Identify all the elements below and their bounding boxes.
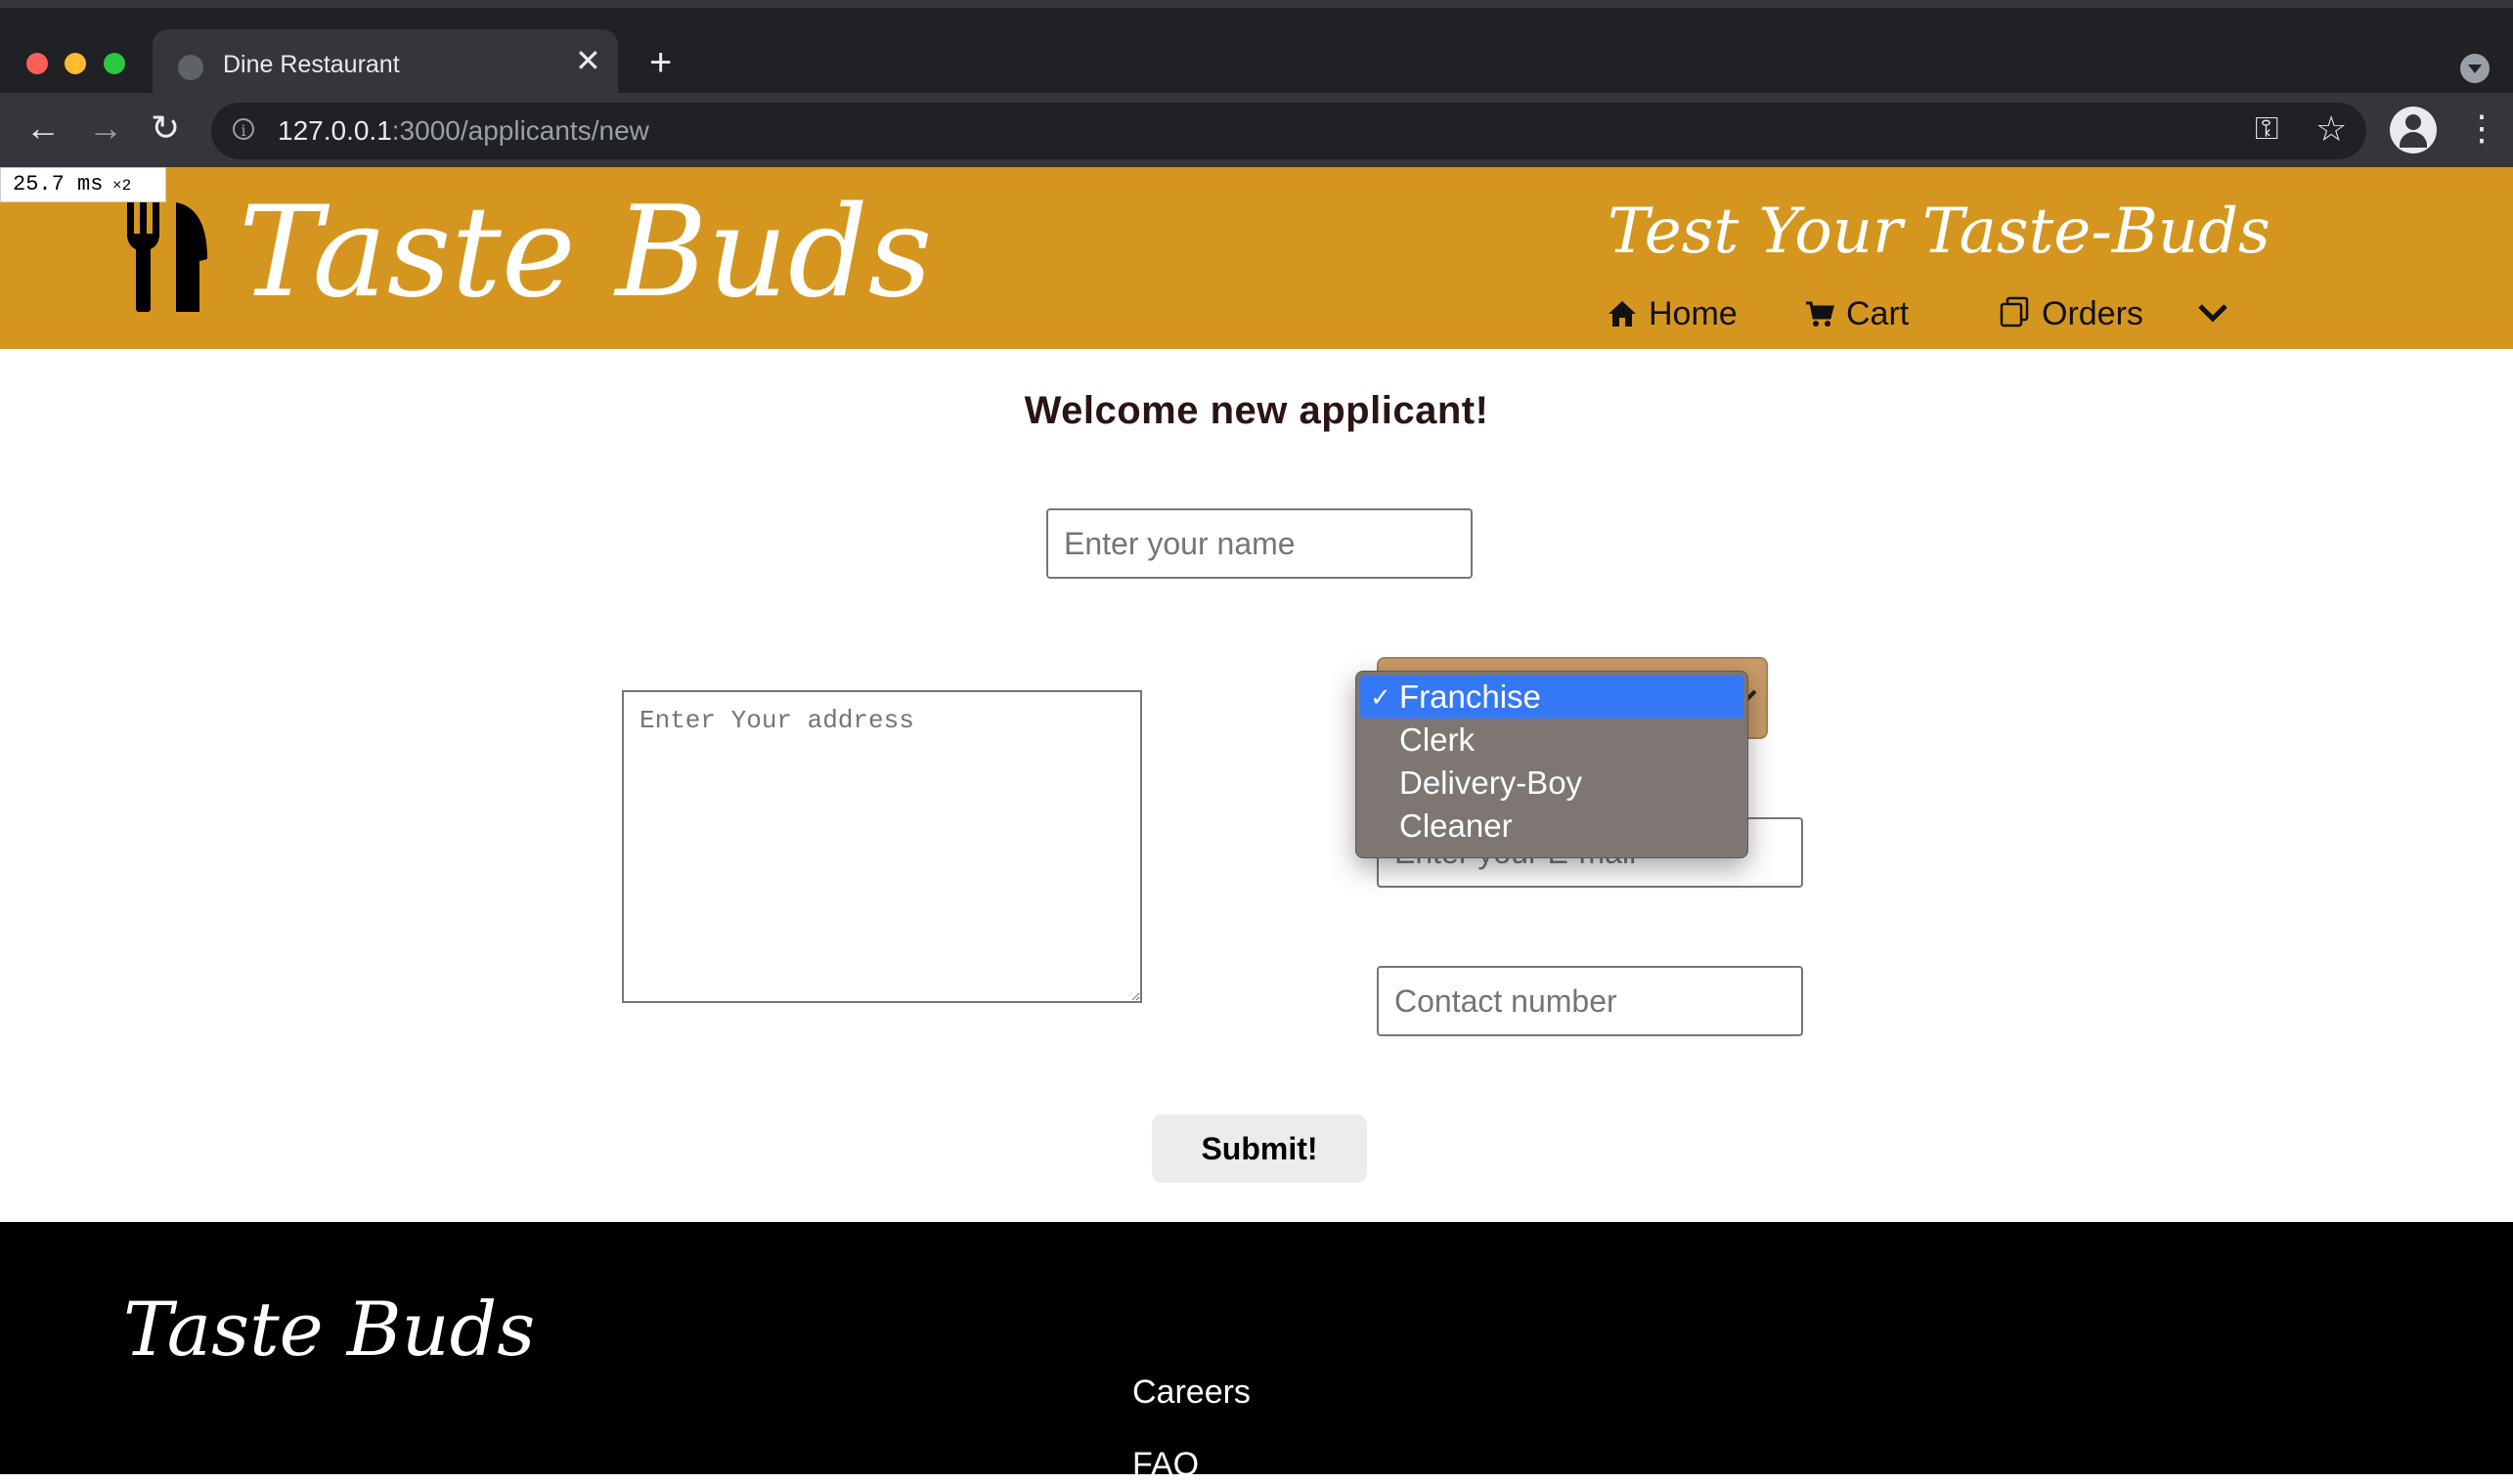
role-option-label: Clerk xyxy=(1399,721,1476,758)
submit-button[interactable]: Submit! xyxy=(1152,1114,1367,1183)
role-option-delivery-boy[interactable]: Delivery-Boy xyxy=(1360,762,1743,805)
window-maximize-button[interactable] xyxy=(104,53,125,74)
nav-cart-link[interactable]: Cart xyxy=(1805,294,1909,333)
window-close-button[interactable] xyxy=(26,53,48,74)
key-icon[interactable]: ⚿ xyxy=(2255,110,2278,148)
url-path: :3000/applicants/new xyxy=(391,115,649,146)
window-minimize-button[interactable] xyxy=(65,53,86,74)
site-header: Taste Buds Test Your Taste-Buds Home Car… xyxy=(0,167,2513,349)
globe-icon xyxy=(178,55,203,80)
page-title: Welcome new applicant! xyxy=(1024,389,1489,432)
contact-number-input[interactable] xyxy=(1377,966,1803,1036)
address-textarea[interactable] xyxy=(622,690,1142,1003)
new-tab-button[interactable]: + xyxy=(649,43,672,82)
browser-tab-active[interactable]: Dine Restaurant ✕ xyxy=(153,29,618,101)
role-dropdown-menu: ✓ Franchise Clerk Delivery-Boy Cleaner xyxy=(1355,671,1748,858)
back-arrow-icon[interactable]: ← xyxy=(25,107,61,150)
macos-menubar-strip xyxy=(0,0,2513,8)
url-host: 127.0.0.1 xyxy=(278,115,392,146)
role-option-label: Franchise xyxy=(1399,678,1541,715)
tab-close-icon[interactable]: ✕ xyxy=(575,45,601,76)
nav-orders-link[interactable]: Orders xyxy=(1999,294,2143,333)
site-info-icon[interactable]: i xyxy=(233,118,254,140)
chevron-down-icon[interactable] xyxy=(2196,292,2229,331)
site-footer: Taste Buds Careers FAQ xyxy=(0,1222,2513,1483)
tab-title: Dine Restaurant xyxy=(223,51,400,78)
profile-avatar-icon[interactable] xyxy=(2390,107,2437,153)
role-option-label: Cleaner xyxy=(1399,807,1513,844)
browser-menu-icon[interactable]: ⋮ xyxy=(2464,107,2499,150)
name-input[interactable] xyxy=(1046,508,1473,579)
tagline: Test Your Taste-Buds xyxy=(1608,196,2271,268)
footer-faq-link[interactable]: FAQ xyxy=(1132,1445,1199,1484)
utensils-icon xyxy=(127,202,207,312)
role-option-franchise[interactable]: ✓ Franchise xyxy=(1360,676,1743,719)
cart-icon xyxy=(1806,301,1834,327)
performance-badge: 25.7 ms ×2 xyxy=(0,167,166,202)
checkmark-icon: ✓ xyxy=(1370,682,1391,712)
nav-orders-label: Orders xyxy=(2042,295,2143,332)
role-option-label: Delivery-Boy xyxy=(1399,764,1583,801)
perf-unit: ms xyxy=(64,172,104,196)
role-option-cleaner[interactable]: Cleaner xyxy=(1360,805,1743,848)
brand-logo-text[interactable]: Taste Buds xyxy=(239,175,932,331)
nav-cart-label: Cart xyxy=(1846,295,1910,332)
nav-home-label: Home xyxy=(1649,295,1738,332)
url-text: 127.0.0.1:3000/applicants/new xyxy=(278,115,649,147)
home-icon xyxy=(1609,301,1636,327)
browser-toolbar: ← → ↻ i 127.0.0.1:3000/applicants/new ⚿ … xyxy=(0,93,2513,167)
clipboard-icon xyxy=(2000,296,2029,327)
footer-brand-text: Taste Buds xyxy=(123,1286,536,1373)
perf-multiplier: ×2 xyxy=(103,177,132,195)
bookmark-star-icon[interactable]: ☆ xyxy=(2315,109,2347,150)
address-bar[interactable]: i 127.0.0.1:3000/applicants/new ⚿ ☆ xyxy=(211,103,2366,159)
nav-home-link[interactable]: Home xyxy=(1608,294,1738,333)
reload-icon[interactable]: ↻ xyxy=(151,107,180,150)
browser-tab-strip: Dine Restaurant ✕ + xyxy=(0,8,2513,101)
role-option-clerk[interactable]: Clerk xyxy=(1360,719,1743,762)
footer-careers-link[interactable]: Careers xyxy=(1132,1373,1251,1412)
forward-arrow-icon[interactable]: → xyxy=(88,107,123,150)
tab-search-icon[interactable] xyxy=(2460,54,2490,83)
perf-value: 25.7 xyxy=(13,172,65,196)
